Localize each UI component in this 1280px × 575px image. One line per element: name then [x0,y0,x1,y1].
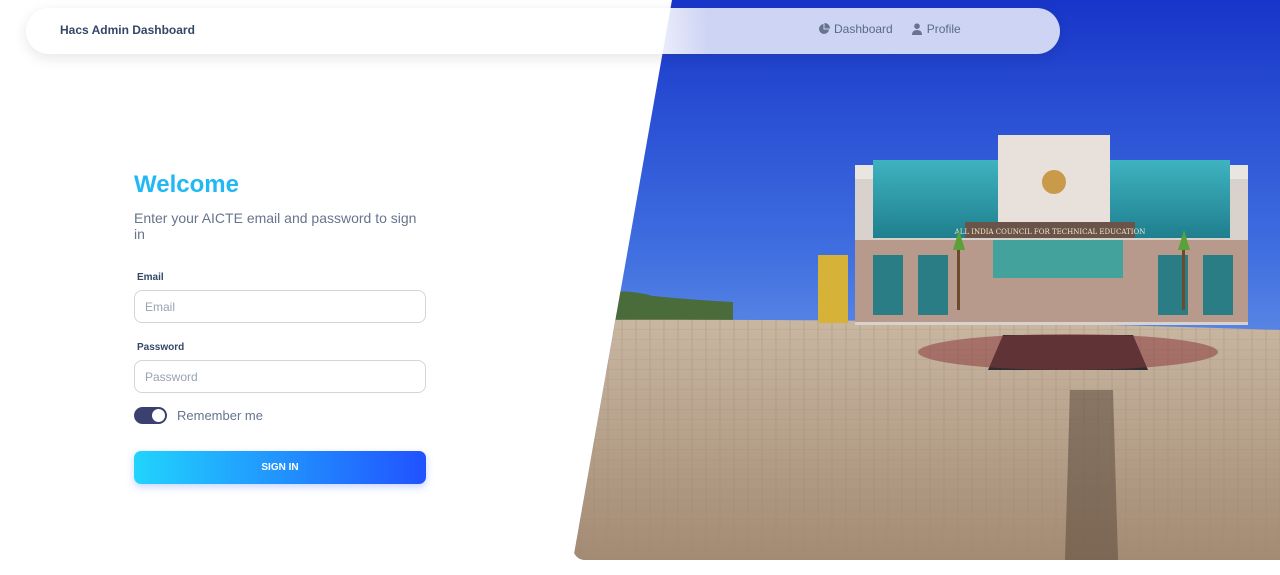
remember-me-row: Remember me [134,407,426,424]
top-navbar: Hacs Admin Dashboard Dashboard Profile [26,8,1060,54]
nav-link-profile-label: Profile [926,22,961,36]
password-field[interactable] [134,360,426,393]
password-label: Password [137,342,185,353]
sign-in-button[interactable]: SIGN IN [134,451,426,484]
hero-image: ALL INDIA COUNCIL FOR TECHNICAL EDUCATIO… [573,0,1280,560]
sign-in-form: Welcome Enter your AICTE email and passw… [134,170,426,484]
brand-title[interactable]: Hacs Admin Dashboard [60,23,195,37]
building-photo: ALL INDIA COUNCIL FOR TECHNICAL EDUCATIO… [573,0,1280,560]
building-sign: ALL INDIA COUNCIL FOR TECHNICAL EDUCATIO… [954,228,1146,236]
nav-links: Dashboard Profile [818,22,961,36]
pie-chart-icon [819,23,830,34]
email-label: Email [137,272,164,283]
user-icon [911,23,922,35]
page-subtitle: Enter your AICTE email and password to s… [134,210,417,242]
nav-link-dashboard-label: Dashboard [834,22,893,36]
remember-me-label[interactable]: Remember me [177,408,263,423]
remember-me-toggle[interactable] [134,407,167,424]
nav-link-profile[interactable]: Profile [911,22,961,36]
email-field[interactable] [134,290,426,323]
nav-link-dashboard[interactable]: Dashboard [818,22,893,36]
page-title: Welcome [134,171,239,198]
toggle-knob [152,409,165,422]
